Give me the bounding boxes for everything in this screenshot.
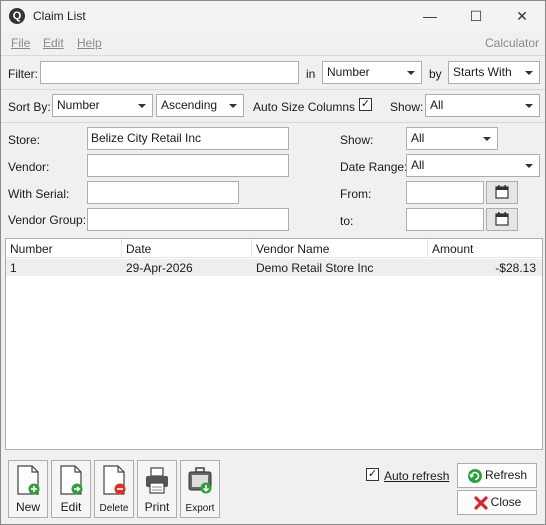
to-label: to: bbox=[340, 214, 354, 228]
edit-document-icon bbox=[60, 465, 83, 495]
edit-button[interactable]: Edit bbox=[51, 460, 91, 518]
app-logo-icon: Q bbox=[9, 8, 25, 24]
chevron-down-icon bbox=[525, 164, 533, 168]
claims-table[interactable]: Number Date Vendor Name Amount 1 29-Apr-… bbox=[5, 238, 543, 450]
vendor-label: Vendor: bbox=[8, 160, 50, 174]
sort-direction-select[interactable]: Ascending bbox=[156, 94, 244, 117]
cell-amount: -$28.13 bbox=[495, 261, 536, 275]
vendor-group-field[interactable] bbox=[87, 208, 289, 231]
menu-help[interactable]: Help bbox=[77, 36, 102, 50]
sort-field-value: Number bbox=[57, 98, 100, 112]
show-value: All bbox=[411, 131, 425, 145]
export-briefcase-icon bbox=[188, 467, 212, 494]
filter-in-label: in bbox=[306, 67, 316, 81]
from-label: From: bbox=[340, 187, 372, 201]
claim-list-window: Q Claim List — ☐ ✕ File Edit Help Calcul… bbox=[0, 0, 546, 525]
table-header: Number Date Vendor Name Amount bbox=[6, 239, 542, 258]
auto-refresh-label: Auto refresh bbox=[384, 469, 450, 483]
title-bar: Q Claim List — ☐ ✕ bbox=[1, 1, 545, 32]
chevron-down-icon bbox=[525, 71, 533, 75]
filter-label: Filter: bbox=[8, 67, 38, 81]
chevron-down-icon bbox=[483, 137, 491, 141]
window-title: Claim List bbox=[33, 9, 86, 23]
menu-file[interactable]: File bbox=[11, 36, 30, 50]
vendor-field[interactable] bbox=[87, 154, 289, 177]
to-calendar-button[interactable] bbox=[486, 208, 518, 231]
export-button-label: Export bbox=[185, 503, 215, 514]
edit-button-label: Edit bbox=[60, 500, 82, 514]
export-button[interactable]: Export bbox=[180, 460, 220, 518]
store-field[interactable]: Belize City Retail Inc bbox=[87, 127, 289, 150]
column-header-number[interactable]: Number bbox=[6, 239, 122, 258]
minimize-button[interactable]: — bbox=[407, 1, 453, 31]
refresh-icon bbox=[467, 468, 482, 483]
table-row[interactable]: 1 29-Apr-2026 Demo Retail Store Inc -$28… bbox=[6, 259, 542, 276]
filter-input[interactable] bbox=[40, 61, 299, 84]
sort-divider bbox=[1, 122, 545, 123]
new-button-label: New bbox=[15, 500, 40, 514]
delete-button-label: Delete bbox=[99, 503, 129, 514]
filter-in-select[interactable]: Number bbox=[322, 61, 422, 84]
auto-size-columns-checkbox[interactable]: ✓ bbox=[359, 98, 372, 111]
from-calendar-button[interactable] bbox=[486, 181, 518, 204]
show-top-select[interactable]: All bbox=[425, 94, 540, 117]
close-window-button[interactable]: ✕ bbox=[499, 1, 545, 31]
menu-calculator[interactable]: Calculator bbox=[485, 36, 539, 50]
with-serial-field[interactable] bbox=[87, 181, 239, 204]
filter-divider bbox=[1, 89, 545, 90]
from-date-field[interactable] bbox=[406, 181, 484, 204]
print-button[interactable]: Print bbox=[137, 460, 177, 518]
delete-button[interactable]: Delete bbox=[94, 460, 134, 518]
delete-document-icon bbox=[103, 465, 126, 495]
calendar-icon bbox=[495, 212, 509, 226]
menu-file-label: File bbox=[11, 36, 31, 50]
to-date-field[interactable] bbox=[406, 208, 484, 231]
with-serial-label: With Serial: bbox=[8, 187, 70, 201]
show-top-value: All bbox=[430, 98, 444, 112]
column-header-amount[interactable]: Amount bbox=[428, 239, 542, 258]
filter-by-label: by bbox=[429, 67, 442, 81]
printer-icon bbox=[146, 467, 168, 494]
cell-number: 1 bbox=[10, 261, 17, 275]
chevron-down-icon bbox=[407, 71, 415, 75]
chevron-down-icon bbox=[138, 104, 146, 108]
menu-divider bbox=[1, 55, 545, 56]
cell-vendor-name: Demo Retail Store Inc bbox=[256, 261, 374, 275]
auto-refresh-checkbox[interactable]: ✓ bbox=[366, 468, 379, 481]
new-button[interactable]: New bbox=[8, 460, 48, 518]
maximize-button[interactable]: ☐ bbox=[453, 1, 499, 31]
date-range-value: All bbox=[411, 158, 425, 172]
sort-field-select[interactable]: Number bbox=[52, 94, 153, 117]
calendar-icon bbox=[495, 185, 509, 199]
menu-edit[interactable]: Edit bbox=[43, 36, 64, 50]
date-range-label: Date Range: bbox=[340, 160, 408, 174]
show-select[interactable]: All bbox=[406, 127, 498, 150]
print-button-label: Print bbox=[144, 500, 170, 514]
menu-bar: File Edit Help Calculator bbox=[1, 32, 545, 54]
filter-by-select[interactable]: Starts With bbox=[448, 61, 540, 84]
new-document-icon bbox=[17, 465, 40, 495]
menu-help-label: Help bbox=[77, 36, 102, 50]
refresh-button-label: Refresh bbox=[484, 468, 528, 482]
auto-size-columns-label: Auto Size Columns bbox=[253, 100, 356, 114]
date-range-select[interactable]: All bbox=[406, 154, 540, 177]
close-button-label: Close bbox=[490, 495, 522, 509]
cell-date: 29-Apr-2026 bbox=[126, 261, 193, 275]
store-label: Store: bbox=[8, 133, 41, 147]
chevron-down-icon bbox=[525, 104, 533, 108]
sort-direction-value: Ascending bbox=[161, 98, 218, 112]
show-label: Show: bbox=[340, 133, 374, 147]
chevron-down-icon bbox=[229, 104, 237, 108]
show-top-label: Show: bbox=[390, 100, 424, 114]
filter-by-value: Starts With bbox=[453, 65, 512, 79]
vendor-group-label: Vendor Group: bbox=[8, 213, 87, 227]
refresh-button[interactable]: Refresh bbox=[457, 463, 537, 488]
menu-edit-label: Edit bbox=[43, 36, 64, 50]
close-button[interactable]: Close bbox=[457, 490, 537, 515]
sort-by-label: Sort By: bbox=[8, 100, 51, 114]
close-x-icon bbox=[474, 496, 488, 510]
filter-in-value: Number bbox=[327, 65, 370, 79]
column-header-vendor-name[interactable]: Vendor Name bbox=[252, 239, 428, 258]
column-header-date[interactable]: Date bbox=[122, 239, 252, 258]
